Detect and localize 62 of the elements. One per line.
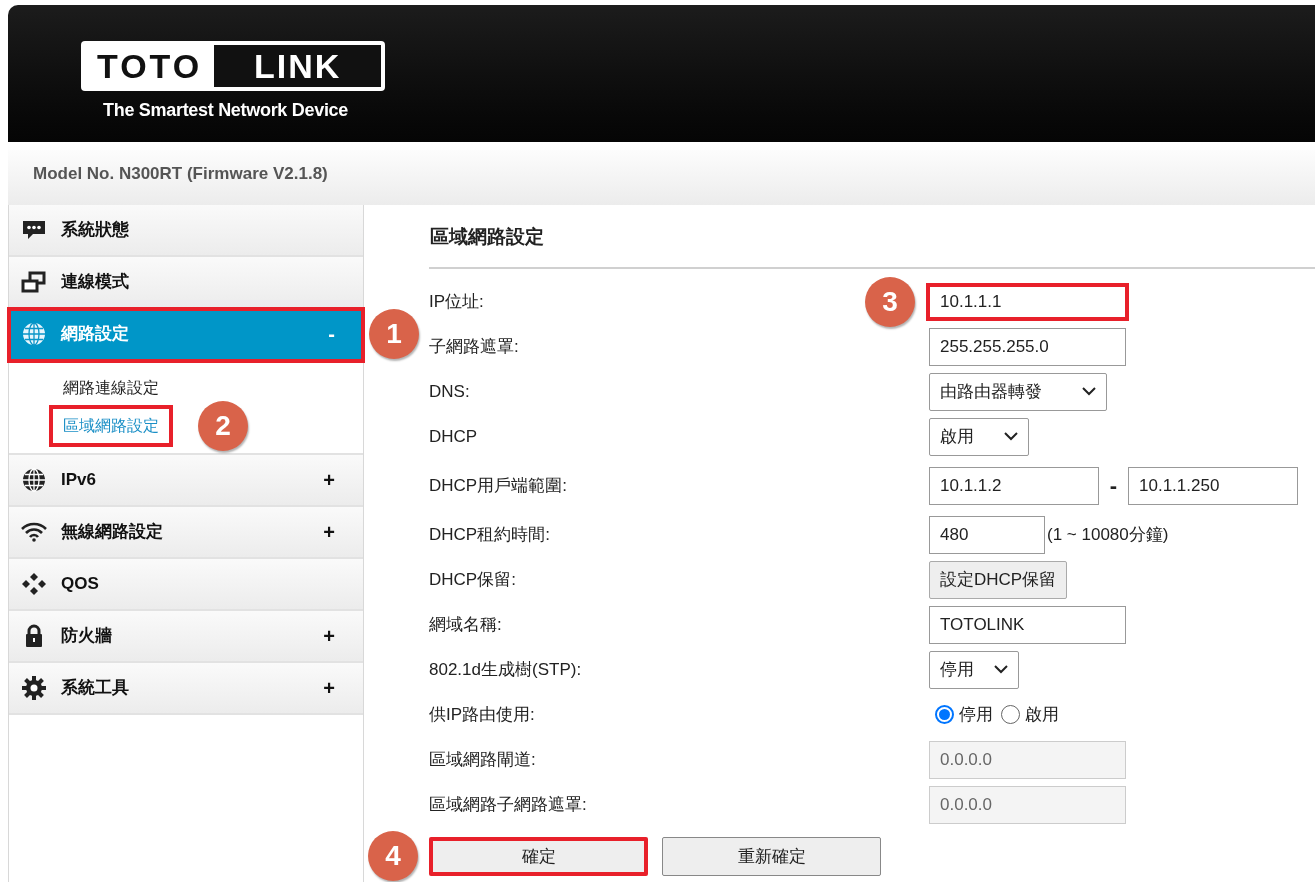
input-field: 0.0.0.0 xyxy=(929,740,1126,779)
input-field[interactable]: 10.1.1.2 xyxy=(929,466,1099,505)
field-label: 區域網路閘道: xyxy=(429,749,536,769)
sidebar-item[interactable]: QOS xyxy=(9,559,363,611)
caret-icon xyxy=(994,665,1008,674)
diamonds-icon xyxy=(21,572,47,596)
globe-icon xyxy=(21,467,47,493)
input-field[interactable]: 255.255.255.0 xyxy=(929,327,1126,366)
field-label: 802.1d生成樹(STP): xyxy=(429,659,582,679)
input-field: 0.0.0.0 xyxy=(929,785,1126,824)
callout-number: 2 xyxy=(198,401,248,451)
sidebar-item[interactable]: IPv6 + xyxy=(9,455,363,507)
windows-icon xyxy=(21,271,47,293)
globe-icon xyxy=(21,321,47,347)
field-label: DHCP用戶端範圍: xyxy=(429,475,567,495)
padlock-icon xyxy=(23,624,45,648)
logo-text: TOTO xyxy=(97,49,203,83)
input-field[interactable]: 480 xyxy=(929,515,1045,554)
input-field[interactable]: 10.1.1.1 xyxy=(926,282,1129,321)
sidebar-item[interactable]: 無線網路設定 + xyxy=(9,507,363,559)
field-label: DHCP xyxy=(429,426,478,446)
sidebar-item[interactable]: 系統工具 + xyxy=(9,663,363,715)
page-title: 區域網路設定 xyxy=(429,225,545,249)
callout-number: 1 xyxy=(369,309,419,359)
field-label: DHCP租約時間: xyxy=(429,524,550,544)
submenu-link[interactable]: 區域網路設定 xyxy=(49,405,173,447)
form-button[interactable]: 確定 xyxy=(429,837,648,876)
model-number: Model No. N300RT (Firmware V2.1.8) xyxy=(33,162,328,185)
field-label: 供IP路由使用: xyxy=(429,704,535,724)
expand-sign[interactable]: + xyxy=(323,621,335,651)
logo-text: LINK xyxy=(214,45,381,87)
speech-bubble-icon xyxy=(21,219,47,241)
radio-option[interactable]: 啟用 xyxy=(1001,701,1059,728)
sidebar-item[interactable]: 防火牆 + xyxy=(9,611,363,663)
field-label: IP位址: xyxy=(429,291,484,311)
sidebar-item[interactable]: 連線模式 xyxy=(9,257,363,309)
expand-sign[interactable]: + xyxy=(323,673,335,703)
expand-sign[interactable]: + xyxy=(323,517,335,547)
sidebar-item[interactable]: 系統狀態 xyxy=(9,205,363,257)
dropdown[interactable]: 停用 xyxy=(929,650,1019,689)
expand-sign[interactable]: + xyxy=(323,465,335,495)
field-label: DHCP保留: xyxy=(429,569,516,589)
field-label: DNS: xyxy=(429,381,470,401)
wifi-icon xyxy=(21,522,47,542)
radio-option[interactable]: 停用 xyxy=(935,701,993,728)
dropdown[interactable]: 啟用 xyxy=(929,417,1029,456)
input-field[interactable]: 10.1.1.250 xyxy=(1128,466,1298,505)
callout-number: 4 xyxy=(368,831,418,881)
range-dash: - xyxy=(1108,472,1119,500)
gear-icon xyxy=(21,675,47,701)
field-label: 區域網路子網路遮罩: xyxy=(429,794,587,814)
caret-icon xyxy=(1004,432,1018,441)
field-label: 子網路遮罩: xyxy=(429,336,519,356)
callout-number: 3 xyxy=(865,276,915,327)
caret-icon xyxy=(1082,387,1096,396)
input-field[interactable]: TOTOLINK xyxy=(929,605,1126,644)
field-label: 網域名稱: xyxy=(429,614,502,634)
unit-note: (1 ~ 10080分鐘) xyxy=(1047,523,1169,546)
dropdown[interactable]: 由路由器轉發 xyxy=(929,372,1107,411)
tagline: The Smartest Network Device xyxy=(103,99,349,122)
reservation-button[interactable]: 設定DHCP保留 xyxy=(929,560,1068,599)
form-button[interactable]: 重新確定 xyxy=(662,837,881,876)
